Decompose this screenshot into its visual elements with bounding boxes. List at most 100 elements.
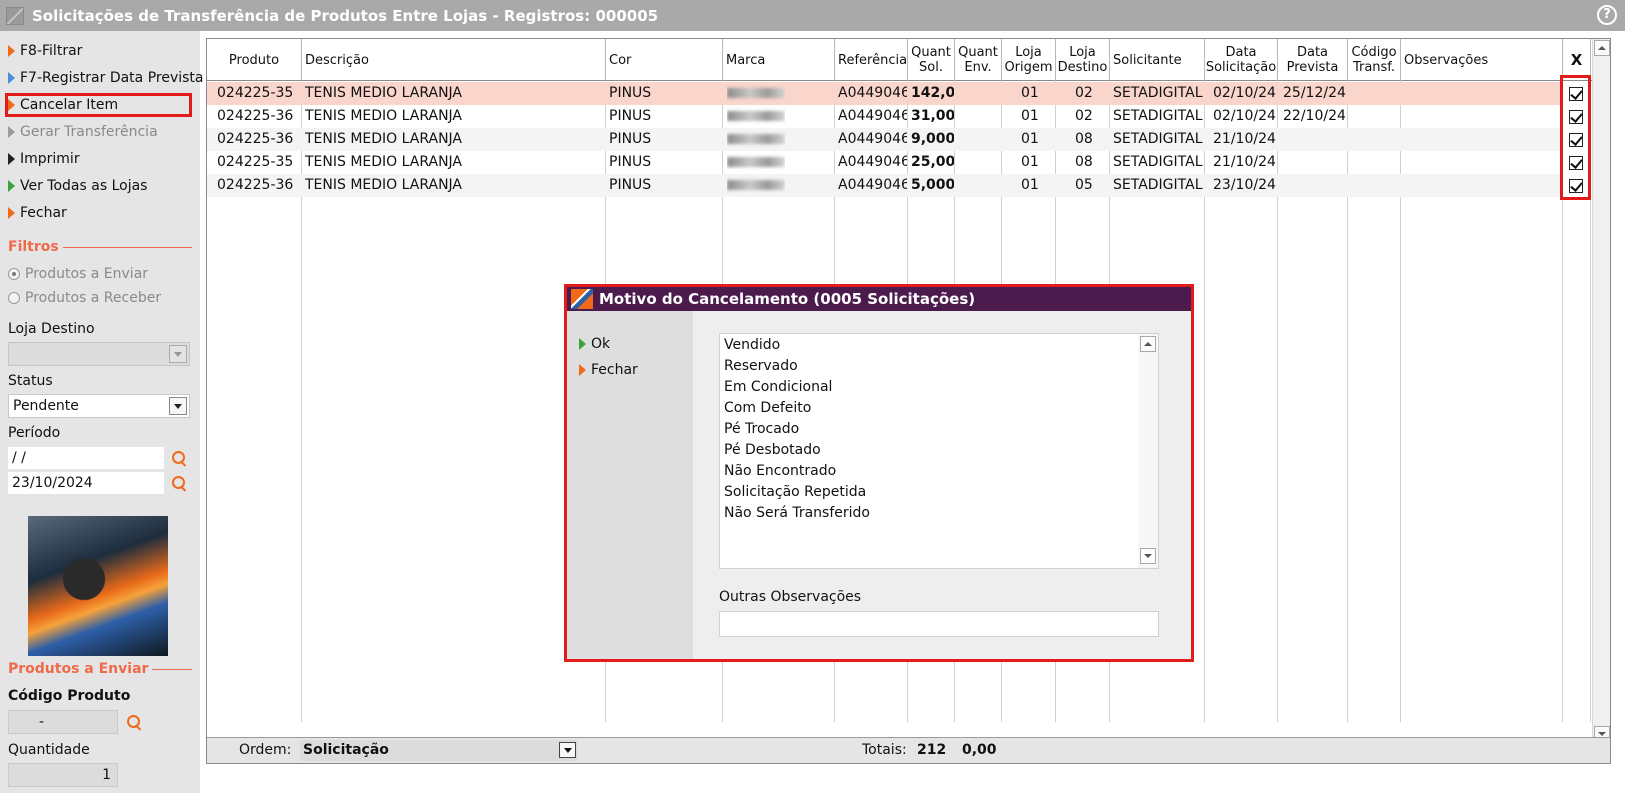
reason-item[interactable]: Não Será Transferido <box>724 503 870 524</box>
col-referencia[interactable]: Referência <box>835 39 908 81</box>
cell-produto: 024225-36 <box>217 177 294 193</box>
col-descricao[interactable]: Descrição <box>302 39 606 81</box>
cancel-item-action[interactable]: Cancelar Item <box>8 94 118 116</box>
cell-data-prevista: 25/12/24 <box>1283 85 1346 101</box>
ok-button[interactable]: Ok <box>579 333 610 355</box>
col-quant-sol-label2: Sol. <box>919 60 943 75</box>
col-loja-origem-label2: Origem <box>1004 60 1053 75</box>
cell-descricao: TENIS MEDIO LARANJA <box>305 85 463 101</box>
search-icon[interactable] <box>126 714 142 730</box>
table-row[interactable]: 024225-36 TENIS MEDIO LARANJA PINUS A044… <box>207 128 1563 151</box>
ordem-select[interactable]: Solicitação <box>300 740 578 761</box>
dialog-title: Motivo do Cancelamento (0005 Solicitaçõe… <box>599 290 976 308</box>
loja-destino-select[interactable] <box>8 342 190 366</box>
reason-item[interactable]: Com Defeito <box>724 398 811 419</box>
radio-produtos-receber[interactable]: Produtos a Receber <box>8 290 161 306</box>
col-produto-label: Produto <box>228 52 280 68</box>
col-cor[interactable]: Cor <box>606 39 723 81</box>
cell-data-solicitacao: 21/10/24 <box>1213 154 1276 170</box>
col-loja-destino[interactable]: Loja Destino <box>1056 39 1110 81</box>
periodo-end-field[interactable]: 23/10/2024 <box>8 472 164 494</box>
table-row[interactable]: 024225-36 TENIS MEDIO LARANJA PINUS A044… <box>207 174 1563 197</box>
register-expected-date-action[interactable]: F7-Registrar Data Prevista <box>8 67 204 89</box>
generate-transfer-action[interactable]: Gerar Transferência <box>8 121 158 143</box>
cell-quant-sol: 5,000 <box>911 177 954 193</box>
reason-item[interactable]: Em Condicional <box>724 377 832 398</box>
total-sol-value: 212 <box>917 742 947 758</box>
search-icon[interactable] <box>171 450 187 466</box>
scroll-up-button[interactable] <box>1140 336 1156 352</box>
product-image <box>28 516 168 656</box>
periodo-start-field[interactable]: / / <box>8 447 164 469</box>
print-action[interactable]: Imprimir <box>8 148 80 170</box>
blurred-brand <box>727 88 785 98</box>
quantidade-field[interactable]: 1 <box>8 763 118 787</box>
col-descricao-label: Descrição <box>305 52 369 68</box>
reason-item[interactable]: Pé Desbotado <box>724 440 821 461</box>
close-dialog-button[interactable]: Fechar <box>579 359 638 381</box>
reason-item[interactable]: Não Encontrado <box>724 461 836 482</box>
cell-loja-origem: 01 <box>1021 154 1039 170</box>
cancel-reason-dialog: Motivo do Cancelamento (0005 Solicitaçõe… <box>567 287 1191 659</box>
grid-vertical-scrollbar[interactable] <box>1592 39 1610 745</box>
reason-item[interactable]: Pé Trocado <box>724 419 799 440</box>
produtos-enviar-title-text: Produtos a Enviar <box>8 661 149 677</box>
row-checkbox[interactable] <box>1569 179 1583 193</box>
filter-action[interactable]: F8-Filtrar <box>8 40 82 62</box>
col-quant-sol[interactable]: Quant Sol. <box>908 39 955 81</box>
scroll-up-button[interactable] <box>1594 40 1610 56</box>
cell-loja-origem: 01 <box>1021 177 1039 193</box>
col-data-solicitacao[interactable]: Data Solicitação <box>1205 39 1278 81</box>
col-marca[interactable]: Marca <box>723 39 835 81</box>
cell-marca <box>727 105 785 128</box>
radio-produtos-enviar[interactable]: Produtos a Enviar <box>8 266 148 282</box>
table-row[interactable]: 024225-36 TENIS MEDIO LARANJA PINUS A044… <box>207 105 1563 128</box>
chevron-down-icon[interactable] <box>169 345 187 363</box>
row-checkbox[interactable] <box>1569 133 1583 147</box>
cell-solicitante: SETADIGITAL <box>1113 108 1203 124</box>
col-loja-origem[interactable]: Loja Origem <box>1002 39 1056 81</box>
cell-solicitante: SETADIGITAL <box>1113 154 1203 170</box>
reason-item[interactable]: Solicitação Repetida <box>724 482 866 503</box>
col-observacoes[interactable]: Observações <box>1401 39 1563 81</box>
col-referencia-label: Referência <box>838 52 908 68</box>
table-row[interactable]: 024225-35 TENIS MEDIO LARANJA PINUS A044… <box>207 151 1563 174</box>
reason-item[interactable]: Vendido <box>724 335 780 356</box>
dialog-actions-panel: Ok Fechar <box>567 311 693 659</box>
row-checkbox[interactable] <box>1569 87 1583 101</box>
produtos-enviar-section-title: Produtos a Enviar <box>8 661 192 677</box>
filter-action-label: F8-Filtrar <box>20 43 83 59</box>
cell-solicitante: SETADIGITAL <box>1113 131 1203 147</box>
outras-observacoes-input[interactable] <box>719 611 1159 637</box>
col-solicitante[interactable]: Solicitante <box>1110 39 1205 81</box>
status-select[interactable]: Pendente <box>8 394 190 418</box>
arrow-right-icon <box>8 153 15 165</box>
chevron-down-icon[interactable] <box>169 397 187 415</box>
view-all-stores-action[interactable]: Ver Todas as Lojas <box>8 175 147 197</box>
cell-produto: 024225-35 <box>217 154 294 170</box>
help-icon[interactable]: ? <box>1597 5 1617 25</box>
chevron-down-icon[interactable] <box>559 742 576 758</box>
col-data-prevista[interactable]: Data Prevista <box>1278 39 1348 81</box>
col-select-all[interactable]: X <box>1563 39 1591 81</box>
scroll-down-button[interactable] <box>1140 548 1156 564</box>
arrow-right-icon <box>8 180 15 192</box>
cell-loja-destino: 05 <box>1075 177 1093 193</box>
left-panel: F8-Filtrar F7-Registrar Data Prevista Ca… <box>0 31 204 793</box>
cell-descricao: TENIS MEDIO LARANJA <box>305 108 463 124</box>
col-quant-env[interactable]: Quant Env. <box>955 39 1002 81</box>
col-produto[interactable]: Produto <box>207 39 302 81</box>
grid-footer: Ordem: Solicitação Totais: 212 0,00 <box>207 737 1610 763</box>
search-icon[interactable] <box>171 475 187 491</box>
codigo-produto-field[interactable]: - <box>8 710 118 734</box>
view-all-stores-label: Ver Todas as Lojas <box>20 178 148 194</box>
reason-listbox[interactable]: Vendido Reservado Em Condicional Com Def… <box>719 333 1159 569</box>
table-row[interactable]: 024225-35 TENIS MEDIO LARANJA PINUS A044… <box>207 82 1563 105</box>
listbox-scrollbar[interactable] <box>1138 334 1158 568</box>
close-action[interactable]: Fechar <box>8 202 67 224</box>
col-codigo-transf[interactable]: Código Transf. <box>1348 39 1401 81</box>
row-checkbox[interactable] <box>1569 110 1583 124</box>
reason-item[interactable]: Reservado <box>724 356 798 377</box>
cell-produto: 024225-36 <box>217 108 294 124</box>
row-checkbox[interactable] <box>1569 156 1583 170</box>
